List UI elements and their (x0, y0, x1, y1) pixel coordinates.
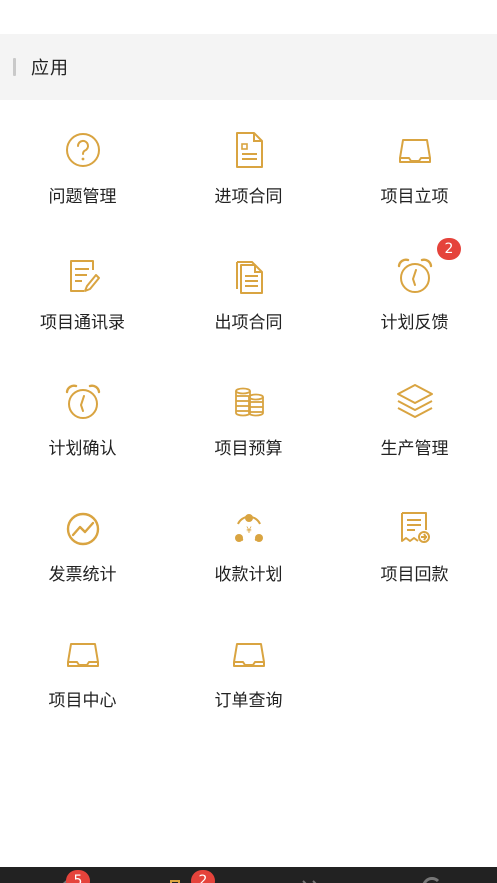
app-label: 计划反馈 (380, 313, 449, 333)
app-label: 项目回款 (380, 565, 449, 585)
app-shengchan-guanli[interactable]: 生产管理 (332, 352, 497, 477)
apps-tab-icon[interactable] (168, 873, 192, 883)
inbox-tray-icon (63, 634, 103, 674)
bottom-tab-bar[interactable]: 5 2 (0, 867, 497, 883)
money-cycle-icon: ¥ (229, 508, 269, 548)
tools-tab-icon[interactable] (300, 873, 324, 883)
app-label: 项目中心 (48, 691, 117, 711)
section-indicator-bar (13, 58, 16, 76)
app-dingdan-chaxun[interactable]: 订单查询 (166, 604, 331, 729)
app-xiangmu-tongxunlu[interactable]: 项目通讯录 (0, 226, 165, 351)
app-label: 问题管理 (48, 187, 117, 207)
profile-tab-icon[interactable] (420, 873, 444, 883)
document-icon (229, 130, 269, 170)
app-jihua-queren[interactable]: 计划确认 (0, 352, 165, 477)
top-header (0, 0, 497, 20)
app-xiangmu-lixiang[interactable]: 项目立项 (332, 100, 497, 225)
app-label: 生产管理 (380, 439, 449, 459)
app-label: 发票统计 (48, 565, 117, 585)
question-icon (63, 130, 103, 170)
edit-document-icon (63, 256, 103, 296)
app-label: 项目通讯录 (40, 313, 125, 333)
app-chuxiang-hetong[interactable]: 出项合同 (166, 226, 331, 351)
app-jihua-fankui[interactable]: 计划反馈 (332, 226, 497, 351)
layers-icon (395, 382, 435, 422)
alarm-clock-icon (395, 256, 435, 296)
inbox-tray-icon (229, 634, 269, 674)
section-header: 应用 (0, 34, 497, 100)
notification-badge: 2 (437, 238, 461, 260)
inbox-tray-icon (395, 130, 435, 170)
svg-text:¥: ¥ (246, 526, 252, 536)
app-xiangmu-huikuan[interactable]: 项目回款 (332, 478, 497, 603)
tab-badge: 2 (191, 870, 215, 883)
app-label: 项目预算 (214, 439, 283, 459)
spacer (0, 20, 497, 34)
app-label: 出项合同 (214, 313, 283, 333)
app-xiangmu-zhongxin[interactable]: 项目中心 (0, 604, 165, 729)
app-label: 收款计划 (214, 565, 283, 585)
app-xiangmu-yusuan[interactable]: 项目预算 (166, 352, 331, 477)
section-title: 应用 (31, 58, 69, 79)
alarm-clock-icon (63, 382, 103, 422)
trend-chart-icon (63, 508, 103, 548)
app-label: 项目立项 (380, 187, 449, 207)
app-label: 计划确认 (48, 439, 117, 459)
receipt-icon (395, 508, 435, 548)
app-label: 订单查询 (214, 691, 283, 711)
stacked-documents-icon (229, 256, 269, 296)
app-jinxiang-hetong[interactable]: 进项合同 (166, 100, 331, 225)
app-shoukuan-jihua[interactable]: ¥ 收款计划 (166, 478, 331, 603)
app-label: 进项合同 (214, 187, 283, 207)
coins-icon (229, 382, 269, 422)
app-fapiao-tongji[interactable]: 发票统计 (0, 478, 165, 603)
app-wenti-guanli[interactable]: 问题管理 (0, 100, 165, 225)
tab-badge: 5 (66, 870, 90, 883)
